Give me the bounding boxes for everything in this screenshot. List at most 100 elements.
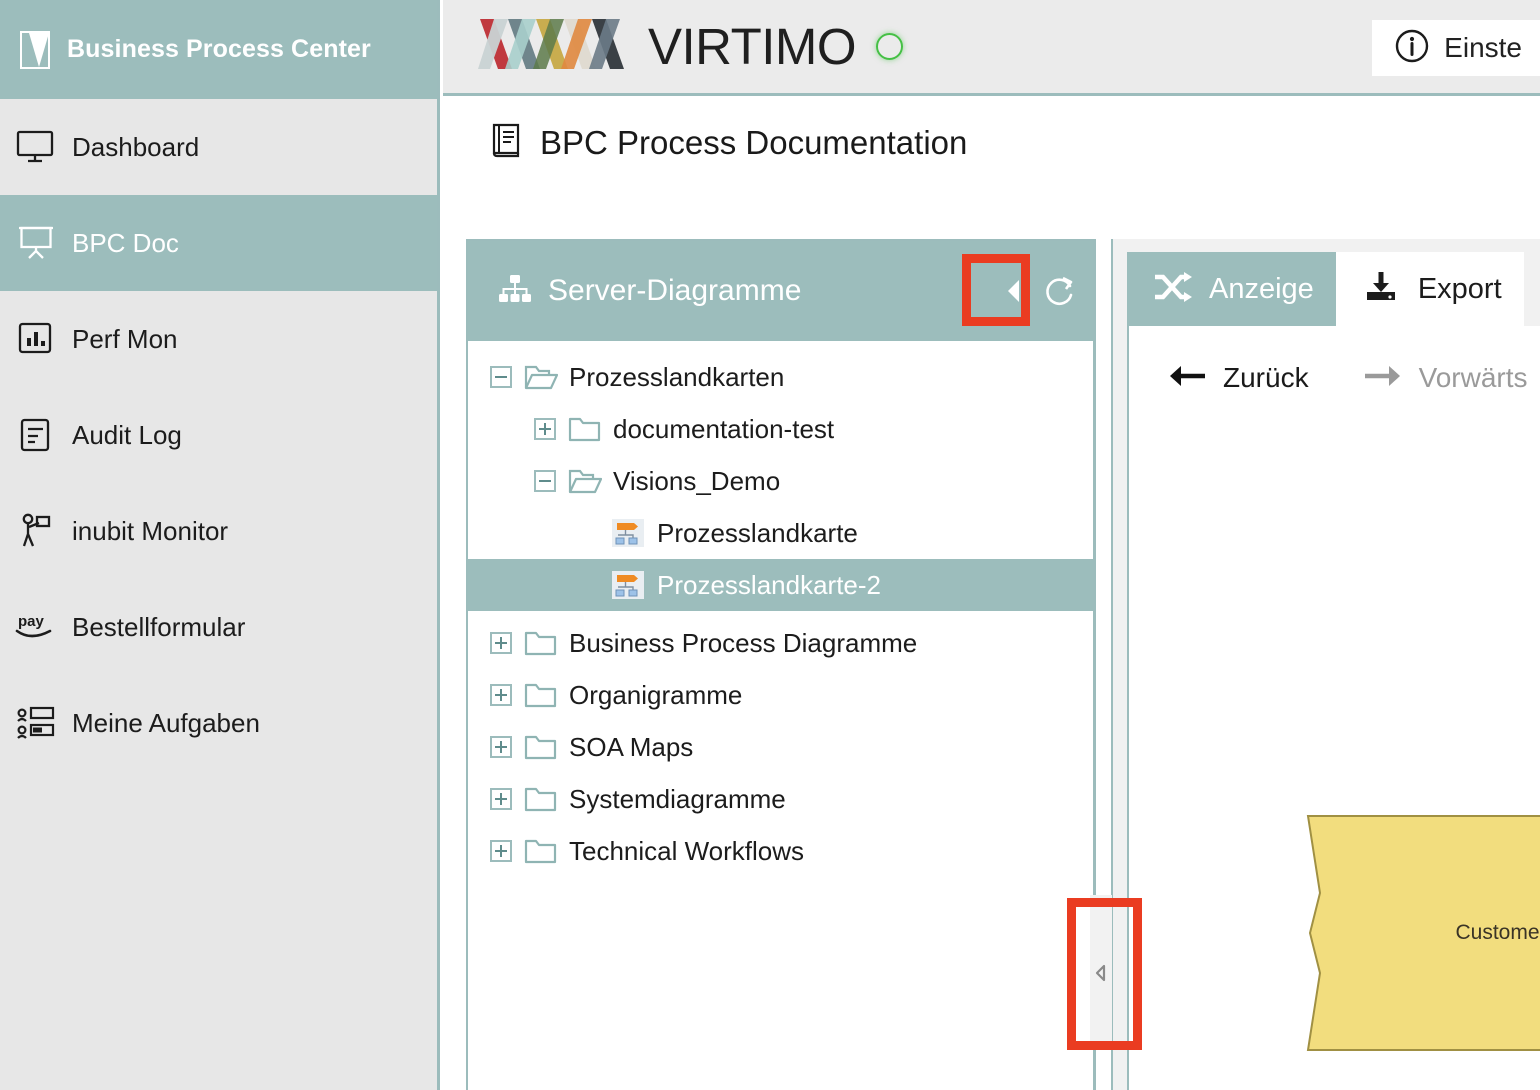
tree-row-label: Organigramme: [569, 679, 743, 710]
sidebar-item-bestellformular[interactable]: pay Bestellformular: [0, 579, 437, 675]
back-label: Zurück: [1223, 362, 1309, 393]
tree-row[interactable]: SOA Maps: [468, 721, 1093, 773]
sidebar-item-label: Bestellformular: [72, 611, 246, 642]
process-map-icon: [612, 518, 646, 548]
sidebar-item-meine-aufgaben[interactable]: Meine Aufgaben: [0, 675, 437, 771]
sidebar-item-label: Audit Log: [72, 419, 182, 450]
folder-closed-icon: [524, 681, 558, 709]
tree-row-label: Prozesslandkarte-2: [657, 569, 881, 600]
tree-row-label: Systemdiagramme: [569, 783, 786, 814]
info-circle-icon: [1394, 28, 1430, 69]
virtimo-zigzag-logo-icon: [478, 17, 628, 76]
shape-label: Customer: [1455, 921, 1540, 944]
bpc-logo-icon: [20, 30, 50, 69]
triangle-left-icon: [1095, 964, 1106, 981]
expand-toggle-plus-icon[interactable]: [490, 840, 512, 862]
diagram-nav: Zurück Vorwärts: [1129, 326, 1540, 394]
hierarchy-icon: [498, 274, 532, 309]
diagram-canvas[interactable]: Zurück Vorwärts Customer: [1127, 326, 1540, 1090]
amazon-pay-icon: pay: [14, 610, 58, 644]
tree-row[interactable]: Business Process Diagramme: [468, 617, 1093, 669]
collapse-toggle-minus-icon[interactable]: [534, 470, 556, 492]
brand-title: Business Process Center: [67, 35, 371, 63]
folder-open-icon: [568, 467, 602, 495]
tree-row-label: documentation-test: [613, 413, 835, 444]
process-map-icon: [612, 570, 646, 600]
sidebar-item-inubit-monitor[interactable]: inubit Monitor: [0, 483, 437, 579]
expand-toggle-plus-icon[interactable]: [490, 736, 512, 758]
folder-open-icon: [524, 363, 558, 391]
folder-closed-icon: [524, 733, 558, 761]
expand-toggle-plus-icon[interactable]: [490, 684, 512, 706]
diagram-tree: Prozesslandkarten documentation-test Vis…: [468, 341, 1093, 877]
collapse-tree-button[interactable]: [993, 269, 1037, 313]
refresh-icon[interactable]: [1037, 269, 1081, 313]
tree-row-label: Technical Workflows: [569, 835, 805, 866]
virtimo-branding: VIRTIMO: [478, 17, 904, 76]
sidebar-item-dashboard[interactable]: Dashboard: [0, 99, 437, 195]
sidebar-item-audit-log[interactable]: Audit Log: [0, 387, 437, 483]
settings-label: Einste: [1444, 32, 1522, 63]
shuffle-icon: [1153, 271, 1193, 308]
sidebar-item-bpc-doc[interactable]: BPC Doc: [0, 195, 437, 291]
expand-toggle-plus-icon[interactable]: [490, 632, 512, 654]
monitor-icon: [14, 130, 58, 164]
tree-row-label: Prozesslandkarte: [657, 517, 858, 548]
top-bar: VIRTIMO Einste: [443, 0, 1540, 96]
virtimo-wordmark: VIRTIMO: [648, 18, 857, 75]
collapse-toggle-minus-icon[interactable]: [490, 366, 512, 388]
status-circle-icon: [876, 33, 904, 60]
person-presenting-icon: [14, 513, 58, 549]
page-title: BPC Process Documentation: [490, 122, 967, 163]
tree-row[interactable]: Prozesslandkarte: [468, 507, 1093, 559]
tree-row-label: Business Process Diagramme: [569, 627, 918, 658]
forward-button[interactable]: Vorwärts: [1363, 362, 1528, 394]
tree-row[interactable]: Prozesslandkarten: [468, 351, 1093, 403]
folder-closed-icon: [524, 837, 558, 865]
viewer-panel: Anzeige Export Zurück Vorwärts Customer: [1113, 239, 1540, 1090]
tree-row[interactable]: documentation-test: [468, 403, 1093, 455]
folder-closed-icon: [524, 629, 558, 657]
tab-anzeige[interactable]: Anzeige: [1127, 252, 1336, 326]
tree-row[interactable]: Systemdiagramme: [468, 773, 1093, 825]
tab-label: Export: [1417, 272, 1502, 305]
diagram-shape-customer[interactable]: Customer: [1304, 813, 1540, 1053]
page-title-text: BPC Process Documentation: [540, 123, 968, 161]
server-diagrams-panel: Server-Diagramme Prozesslandkarten docum…: [466, 239, 1095, 1090]
app-root: Business Process Center Dashboard BPC Do…: [0, 0, 1540, 1090]
svg-text:pay: pay: [18, 613, 45, 630]
sidebar-item-label: Dashboard: [72, 131, 200, 162]
viewer-tabbar: Anzeige Export: [1113, 239, 1540, 326]
tree-row-label: SOA Maps: [569, 731, 694, 762]
tree-row[interactable]: Technical Workflows: [468, 825, 1093, 877]
tree-row-label: Visions_Demo: [613, 465, 781, 496]
no-toggle-spacer: [578, 522, 600, 544]
folder-closed-icon: [524, 785, 558, 813]
download-tray-icon: [1362, 270, 1402, 309]
tree-row[interactable]: Prozesslandkarte-2: [468, 559, 1093, 611]
document-lines-icon: [14, 418, 58, 452]
splitter-handle[interactable]: [1090, 895, 1112, 1050]
presentation-screen-icon: [14, 225, 58, 261]
settings-button[interactable]: Einste: [1372, 20, 1540, 76]
tree-row[interactable]: Visions_Demo: [468, 455, 1093, 507]
expand-toggle-plus-icon[interactable]: [534, 418, 556, 440]
arrow-right-icon: [1363, 363, 1403, 394]
bar-chart-box-icon: [14, 322, 58, 356]
tab-export[interactable]: Export: [1335, 252, 1524, 326]
brand-header: Business Process Center: [0, 0, 437, 99]
tree-row[interactable]: Organigramme: [468, 669, 1093, 721]
server-diagrams-header: Server-Diagramme: [468, 241, 1093, 341]
back-button[interactable]: Zurück: [1167, 362, 1309, 394]
tab-label: Anzeige: [1209, 272, 1314, 305]
panel-title: Server-Diagramme: [548, 274, 802, 307]
sidebar-item-label: Meine Aufgaben: [72, 707, 260, 738]
sidebar-item-label: Perf Mon: [72, 323, 178, 354]
tree-row-label: Prozesslandkarten: [569, 361, 785, 392]
arrow-left-icon: [1167, 363, 1207, 394]
task-list-people-icon: [14, 706, 58, 740]
sidebar-item-label: inubit Monitor: [72, 515, 229, 546]
expand-toggle-plus-icon[interactable]: [490, 788, 512, 810]
folder-closed-icon: [568, 415, 602, 443]
sidebar-item-perf-mon[interactable]: Perf Mon: [0, 291, 437, 387]
